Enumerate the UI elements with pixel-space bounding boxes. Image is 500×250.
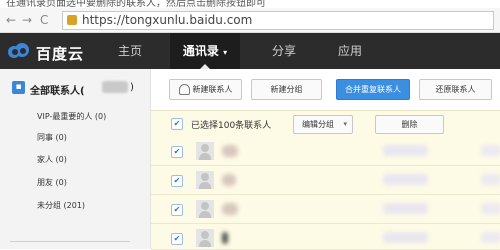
- redacted-phone: [383, 145, 428, 156]
- sidebar-item-colleagues[interactable]: 同事 (0): [37, 132, 67, 143]
- nav-tab-contacts[interactable]: 通讯录 ▾: [170, 33, 240, 69]
- avatar: [196, 142, 214, 160]
- new-contact-button[interactable]: 新建联系人: [169, 79, 242, 100]
- redacted-email: [481, 203, 500, 214]
- redacted-phone: [383, 174, 428, 185]
- nav-tab-label: 分享: [271, 44, 296, 58]
- redacted-name: [222, 174, 236, 186]
- nav-tab-label: 通讯录: [182, 44, 219, 58]
- delete-button[interactable]: 删除: [375, 115, 444, 134]
- sidebar-item-friends[interactable]: 朋友 (0): [37, 177, 67, 188]
- row-checkbox[interactable]: ✔: [171, 233, 183, 245]
- row-checkbox[interactable]: ✔: [171, 204, 183, 216]
- redacted-phone: [383, 203, 428, 214]
- row-checkbox[interactable]: ✔: [171, 146, 183, 158]
- contacts-toolbar: 新建联系人 新建分组 合并重复联系人 还原联系人: [151, 69, 500, 109]
- url-text[interactable]: https://tongxunlu.baidu.com: [82, 13, 252, 27]
- sidebar: ▪ 全部联系人( ) VIP-最重要的人 (0) 同事 (0) 家人 (0) 朋…: [0, 69, 151, 249]
- address-bar[interactable]: https://tongxunlu.baidu.com: [62, 11, 494, 30]
- redacted-email: [481, 232, 500, 243]
- avatar: [196, 200, 214, 218]
- sidebar-item-all-contacts[interactable]: ▪ 全部联系人( ): [6, 77, 146, 99]
- add-person-icon: [178, 84, 190, 95]
- lock-icon: [67, 15, 77, 25]
- restore-contacts-label: 还原联系人: [435, 85, 476, 94]
- table-row[interactable]: ✔: [151, 195, 500, 224]
- selection-count-label: 已选择100条联系人: [191, 121, 272, 131]
- redacted-name: [222, 203, 238, 215]
- row-checkbox[interactable]: ✔: [171, 175, 183, 187]
- table-row[interactable]: ✔: [151, 224, 500, 250]
- redacted-phone: [383, 232, 428, 243]
- chevron-down-icon: ▾: [223, 48, 228, 57]
- nav-tab-label: 应用: [337, 44, 362, 58]
- back-arrow-icon[interactable]: ←: [6, 13, 16, 27]
- chevron-down-icon: ▾: [343, 120, 347, 128]
- edit-group-label: 编辑分组: [302, 120, 334, 129]
- redacted-email: [481, 145, 500, 156]
- new-group-button[interactable]: 新建分组: [251, 79, 322, 100]
- sidebar-item-family[interactable]: 家人 (0): [37, 154, 67, 165]
- nav-tab-share[interactable]: 分享: [262, 33, 306, 69]
- redacted-name: [222, 232, 228, 244]
- redacted-email: [481, 174, 500, 185]
- redacted-count: [102, 81, 128, 93]
- restore-contacts-button[interactable]: 还原联系人: [419, 79, 492, 100]
- top-caption-text: 在通讯录页面选中要删除的联系人，然后点击删除按钮即可: [6, 0, 266, 8]
- table-row[interactable]: ✔: [151, 137, 500, 166]
- merge-duplicates-label: 合并重复联系人: [345, 85, 401, 94]
- new-contact-label: 新建联系人: [192, 85, 233, 94]
- contacts-icon: ▪: [12, 81, 25, 94]
- nav-tab-home[interactable]: 主页: [108, 33, 152, 69]
- logo[interactable]: 百度云: [6, 41, 86, 63]
- merge-duplicates-button[interactable]: 合并重复联系人: [336, 79, 410, 100]
- top-caption-strip: 在通讯录页面选中要删除的联系人，然后点击删除按钮即可: [0, 0, 500, 8]
- sidebar-item-label-close: ): [130, 82, 134, 93]
- redacted-name: [222, 145, 238, 157]
- browser-toolbar: ← → C https://tongxunlu.baidu.com: [0, 8, 500, 33]
- new-group-label: 新建分组: [270, 85, 303, 94]
- cloud-logo-icon: [8, 43, 29, 58]
- sidebar-item-ungrouped[interactable]: 未分组 (201): [37, 200, 85, 211]
- selection-bar: ✔ 已选择100条联系人 编辑分组 ▾ 删除: [151, 110, 500, 138]
- sidebar-item-label: 全部联系人(: [30, 86, 85, 97]
- nav-tab-apps[interactable]: 应用: [328, 33, 372, 69]
- select-all-checkbox[interactable]: ✔: [171, 118, 183, 130]
- edit-group-dropdown[interactable]: 编辑分组 ▾: [293, 115, 353, 134]
- sidebar-divider: [10, 241, 130, 242]
- avatar: [196, 229, 214, 247]
- reload-icon[interactable]: C: [40, 13, 48, 27]
- table-row[interactable]: ✔: [151, 166, 500, 195]
- sidebar-item-vip[interactable]: VIP-最重要的人 (0): [37, 111, 106, 122]
- avatar: [196, 171, 214, 189]
- logo-text: 百度云: [36, 45, 85, 63]
- forward-arrow-icon[interactable]: →: [22, 13, 32, 27]
- app-header: 百度云 主页 通讯录 ▾ 分享 应用: [0, 33, 500, 69]
- delete-label: 删除: [401, 120, 418, 129]
- nav-tab-label: 主页: [117, 44, 142, 58]
